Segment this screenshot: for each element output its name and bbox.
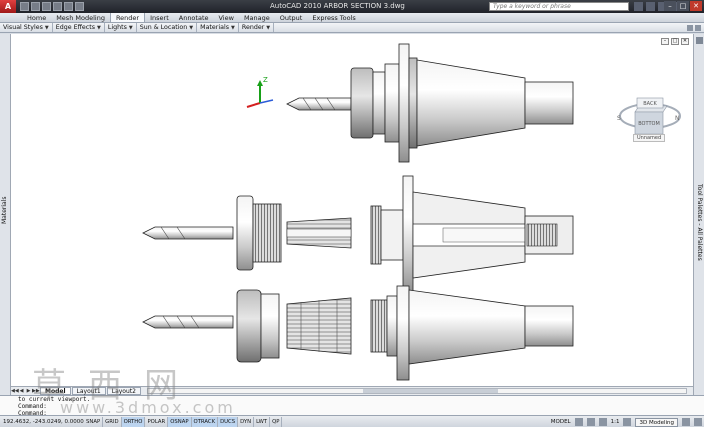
first-tab-icon[interactable]: ◀◀ bbox=[11, 388, 19, 394]
snap-toggle[interactable]: SNAP bbox=[84, 416, 104, 427]
panel-lights[interactable]: Lights ▼ bbox=[105, 23, 137, 32]
ducs-toggle[interactable]: DUCS bbox=[218, 416, 239, 427]
dropdown-arrow-icon: ▼ bbox=[44, 25, 49, 31]
title-bar: A AutoCAD 2010 ARBOR SECTION 3.dwg Type … bbox=[0, 0, 704, 13]
workspace-switcher[interactable]: 3D Modeling bbox=[635, 417, 678, 427]
cad-drawing[interactable]: Z bbox=[11, 34, 693, 386]
ortho-toggle[interactable]: ORTHO bbox=[121, 416, 146, 427]
maximize-button[interactable]: □ bbox=[677, 1, 689, 11]
assembled-holder bbox=[286, 43, 574, 163]
scroll-thumb[interactable] bbox=[363, 389, 498, 393]
horizontal-scrollbar[interactable] bbox=[146, 388, 687, 394]
dropdown-arrow-icon: ▼ bbox=[128, 25, 133, 31]
tab-output[interactable]: Output bbox=[275, 13, 308, 22]
qp-toggle[interactable]: QP bbox=[270, 416, 283, 427]
ribbon-panel-bar: Visual Styles ▼ Edge Effects ▼ Lights ▼ Sun… bbox=[0, 23, 704, 33]
tab-annotate[interactable]: Annotate bbox=[174, 13, 214, 22]
compass-n-label: N bbox=[675, 115, 680, 122]
materials-palette[interactable]: Materials bbox=[0, 34, 11, 399]
viewcube[interactable]: BACK BOTTOM S N E bbox=[617, 72, 683, 142]
panel-render[interactable]: Render ▼ bbox=[239, 23, 275, 32]
tool-palettes-label: Tool Palettes - All Palettes bbox=[696, 184, 703, 261]
tab-insert[interactable]: Insert bbox=[145, 13, 174, 22]
grid-toggle[interactable]: GRID bbox=[103, 416, 122, 427]
dropdown-arrow-icon: ▼ bbox=[97, 25, 101, 31]
ribbon-tab-bar: Home Mesh Modeling Render Insert Annotat… bbox=[0, 13, 704, 23]
undo-icon[interactable] bbox=[53, 2, 62, 11]
model-space-button[interactable]: MODEL bbox=[551, 419, 571, 425]
ribbon-minimize-icon[interactable] bbox=[687, 25, 693, 31]
polar-toggle[interactable]: POLAR bbox=[145, 416, 169, 427]
annotation-visibility-icon[interactable] bbox=[623, 418, 632, 426]
clean-screen-icon[interactable] bbox=[694, 418, 702, 426]
communication-center-icon[interactable] bbox=[646, 2, 655, 11]
ribbon-options-icon[interactable] bbox=[695, 25, 701, 31]
close-button[interactable]: ✕ bbox=[690, 1, 702, 11]
panel-materials[interactable]: Materials ▼ bbox=[197, 23, 239, 32]
open-file-icon[interactable] bbox=[31, 2, 40, 11]
quick-access-toolbar bbox=[20, 2, 84, 11]
compass-s-label: S bbox=[617, 115, 621, 122]
application-menu-button[interactable]: A bbox=[0, 0, 16, 13]
panel-sun-location[interactable]: Sun & Location ▼ bbox=[137, 23, 198, 32]
redo-icon[interactable] bbox=[64, 2, 73, 11]
osnap-toggle[interactable]: OSNAP bbox=[168, 416, 192, 427]
plot-icon[interactable] bbox=[75, 2, 84, 11]
binoculars-icon[interactable] bbox=[634, 2, 643, 11]
tab-render[interactable]: Render bbox=[109, 13, 146, 22]
next-tab-icon[interactable]: ▶ bbox=[25, 388, 32, 394]
save-icon[interactable] bbox=[42, 2, 51, 11]
lock-icon[interactable] bbox=[682, 418, 690, 426]
panel-visual-styles[interactable]: Visual Styles ▼ bbox=[0, 23, 53, 32]
tab-view[interactable]: View bbox=[214, 13, 239, 22]
dyn-toggle[interactable]: DYN bbox=[238, 416, 255, 427]
tab-express-tools[interactable]: Express Tools bbox=[307, 13, 360, 22]
dropdown-arrow-icon: ▼ bbox=[266, 25, 271, 31]
annotation-scale[interactable]: 1:1 bbox=[611, 419, 620, 425]
lwt-toggle[interactable]: LWT bbox=[254, 416, 271, 427]
tab-manage[interactable]: Manage bbox=[239, 13, 275, 22]
tab-home[interactable]: Home bbox=[22, 13, 51, 22]
dropdown-arrow-icon: ▼ bbox=[189, 25, 194, 31]
materials-palette-label: Materials bbox=[1, 196, 8, 224]
ucs-icon: Z bbox=[246, 76, 274, 108]
wcs-menu[interactable]: Unnamed bbox=[633, 134, 666, 142]
model-viewport[interactable]: – □ ✕ Z BACK BOTTOM S N Unnamed bbox=[11, 34, 693, 386]
watermark-url: www.3dmox.com bbox=[60, 398, 236, 417]
otrack-toggle[interactable]: OTRACK bbox=[191, 416, 219, 427]
coordinate-readout[interactable]: 192.4632, -243.0249, 0.0000 bbox=[0, 419, 84, 425]
exploded-3d-view bbox=[142, 285, 574, 381]
new-file-icon[interactable] bbox=[20, 2, 29, 11]
panel-edge-effects[interactable]: Edge Effects ▼ bbox=[53, 23, 105, 32]
document-title: AutoCAD 2010 ARBOR SECTION 3.dwg bbox=[270, 2, 405, 10]
tab-mesh-modeling[interactable]: Mesh Modeling bbox=[51, 13, 110, 22]
palette-close-icon[interactable] bbox=[696, 37, 703, 44]
viewcube-back-face[interactable]: BACK bbox=[643, 101, 657, 107]
help-search-input[interactable]: Type a keyword or phrase bbox=[489, 2, 629, 11]
viewcube-bottom-face[interactable]: BOTTOM bbox=[638, 121, 660, 127]
zoom-icon[interactable] bbox=[598, 418, 607, 426]
prev-tab-icon[interactable]: ◀ bbox=[18, 388, 25, 394]
minimize-button[interactable]: – bbox=[664, 1, 676, 11]
tool-palettes[interactable]: Tool Palettes - All Palettes bbox=[693, 34, 704, 399]
exploded-section-view bbox=[142, 175, 574, 295]
pan-icon[interactable] bbox=[586, 418, 595, 426]
dropdown-arrow-icon: ▼ bbox=[231, 25, 235, 31]
quick-view-layouts-icon[interactable] bbox=[574, 418, 583, 426]
ucs-z-label: Z bbox=[263, 76, 268, 84]
